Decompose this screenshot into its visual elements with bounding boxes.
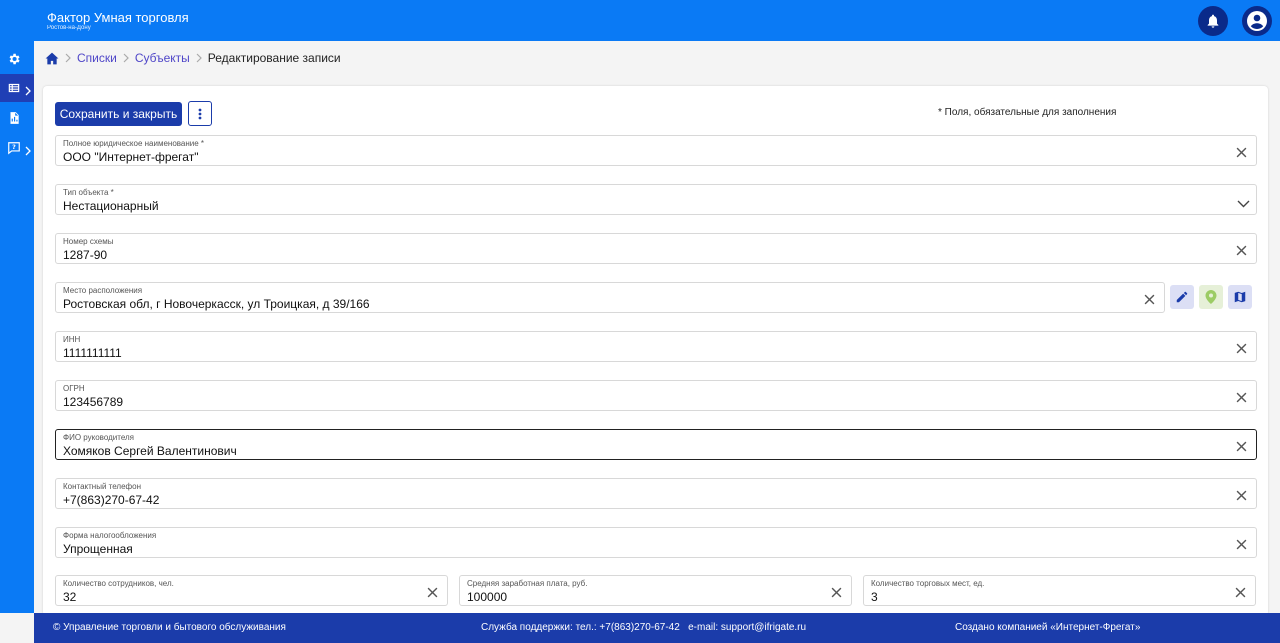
breadcrumb: Списки Субъекты Редактирование записи (45, 49, 341, 67)
breadcrumb-current: Редактирование записи (207, 51, 341, 65)
breadcrumb-separator-icon (123, 53, 129, 63)
chevron-down-icon[interactable] (1237, 195, 1250, 213)
close-icon[interactable] (1236, 390, 1247, 408)
field-label: Средняя заработная плата, руб. (467, 579, 588, 588)
sidebar: ? (0, 41, 34, 613)
field-label: ФИО руководителя (63, 433, 135, 442)
map-marker-button[interactable] (1199, 285, 1223, 309)
list-icon (7, 81, 21, 100)
pencil-icon (1175, 290, 1189, 304)
breadcrumb-separator-icon (196, 53, 202, 63)
close-icon[interactable] (1236, 439, 1247, 457)
footer-copyright: © Управление торговли и бытового обслужи… (53, 622, 286, 633)
map-marker-icon (1205, 290, 1217, 304)
close-icon[interactable] (1236, 537, 1247, 555)
object-type-select[interactable]: Тип объекта * Нестационарный (55, 184, 1257, 215)
top-bar: Фактор Умная торговля Ростов-на-Дону (0, 0, 1280, 41)
footer: © Управление торговли и бытового обслужи… (34, 613, 1280, 643)
field-value[interactable]: +7(863)270-67-42 (63, 493, 159, 507)
bell-icon[interactable] (1198, 6, 1228, 36)
save-and-close-button[interactable]: Сохранить и закрыть (55, 102, 182, 126)
sidebar-item-lists[interactable] (0, 74, 34, 102)
field-value[interactable]: ООО "Интернет-фрегат" (63, 150, 198, 164)
field-label: Форма налогообложения (63, 531, 157, 540)
field-value[interactable]: Хомяков Сергей Валентинович (63, 444, 237, 458)
field-value[interactable]: Ростовская обл, г Новочеркасск, ул Троиц… (63, 297, 370, 311)
sidebar-item-settings[interactable] (0, 45, 34, 73)
phone-field[interactable]: Контактный телефон +7(863)270-67-42 (55, 478, 1257, 509)
chevron-right-icon (25, 143, 31, 161)
close-icon[interactable] (1236, 341, 1247, 359)
home-icon[interactable] (45, 52, 59, 65)
field-value[interactable]: 3 (871, 590, 878, 604)
tax-form-field[interactable]: Форма налогообложения Упрощенная (55, 527, 1257, 558)
director-name-field[interactable]: ФИО руководителя Хомяков Сергей Валентин… (55, 429, 1257, 460)
breadcrumb-separator-icon (65, 53, 71, 63)
field-value[interactable]: 1287-90 (63, 248, 107, 262)
app-brand[interactable]: Фактор Умная торговля Ростов-на-Дону (47, 10, 189, 32)
svg-text:?: ? (12, 143, 16, 151)
sidebar-item-help[interactable]: ? (0, 134, 34, 162)
trade-places-field[interactable]: Количество торговых мест, ед. 3 (863, 575, 1256, 606)
field-value[interactable]: 100000 (467, 590, 507, 604)
required-fields-note: * Поля, обязательные для заполнения (938, 107, 1117, 118)
inn-field[interactable]: ИНН 1111111111 (55, 331, 1257, 362)
chevron-right-icon (25, 83, 31, 101)
close-icon[interactable] (1235, 585, 1246, 603)
help-icon: ? (7, 141, 21, 160)
ogrn-field[interactable]: ОГРН 123456789 (55, 380, 1257, 411)
close-icon[interactable] (831, 585, 842, 603)
average-salary-field[interactable]: Средняя заработная плата, руб. 100000 (459, 575, 852, 606)
full-name-field[interactable]: Полное юридическое наименование * ООО "И… (55, 135, 1257, 166)
field-label: ОГРН (63, 384, 85, 393)
account-icon[interactable] (1242, 6, 1272, 36)
footer-support[interactable]: Служба поддержки: тел.: +7(863)270-67-42… (481, 622, 806, 633)
close-icon[interactable] (1236, 243, 1247, 261)
report-icon (7, 111, 21, 130)
field-label: Тип объекта * (63, 188, 114, 197)
app-title: Фактор Умная торговля (47, 10, 189, 25)
field-value[interactable]: Нестационарный (63, 199, 159, 213)
gear-icon (7, 52, 21, 71)
employees-count-field[interactable]: Количество сотрудников, чел. 32 (55, 575, 448, 606)
field-label: Место расположения (63, 286, 143, 295)
field-label: Контактный телефон (63, 482, 141, 491)
field-value[interactable]: Упрощенная (63, 542, 133, 556)
close-icon[interactable] (427, 585, 438, 603)
breadcrumb-subjects[interactable]: Субъекты (135, 51, 190, 65)
footer-created-by[interactable]: Создано компанией «Интернет-Фрегат» (955, 622, 1140, 633)
sidebar-item-reports[interactable] (0, 104, 34, 132)
more-vertical-icon (198, 108, 202, 120)
field-label: Количество торговых мест, ед. (871, 579, 985, 588)
field-label: Количество сотрудников, чел. (63, 579, 174, 588)
field-label: ИНН (63, 335, 81, 344)
breadcrumb-lists[interactable]: Списки (77, 51, 117, 65)
close-icon[interactable] (1236, 488, 1247, 506)
field-value[interactable]: 123456789 (63, 395, 123, 409)
field-label: Номер схемы (63, 237, 114, 246)
scheme-number-field[interactable]: Номер схемы 1287-90 (55, 233, 1257, 264)
close-icon[interactable] (1236, 145, 1247, 163)
field-label: Полное юридическое наименование * (63, 139, 205, 148)
field-value[interactable]: 32 (63, 590, 76, 604)
map-icon (1233, 290, 1247, 304)
more-options-button[interactable] (188, 101, 212, 126)
location-field[interactable]: Место расположения Ростовская обл, г Нов… (55, 282, 1165, 313)
open-map-button[interactable] (1228, 285, 1252, 309)
app-region: Ростов-на-Дону (47, 25, 91, 31)
field-value[interactable]: 1111111111 (63, 346, 122, 360)
close-icon[interactable] (1144, 292, 1155, 310)
edit-location-button[interactable] (1170, 285, 1194, 309)
